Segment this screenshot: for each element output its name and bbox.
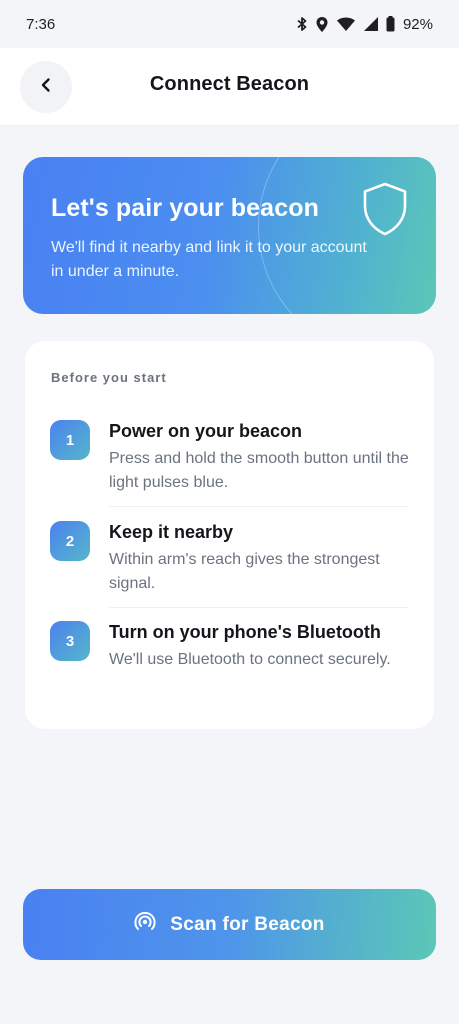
hero-subtitle: We'll find it nearby and link it to your… [51, 239, 367, 280]
step-number-badge: 1 [50, 420, 90, 460]
step-number-badge: 3 [50, 621, 90, 661]
divider [109, 607, 408, 608]
signal-icon [363, 16, 379, 32]
hero-title: Let's pair your beacon [51, 194, 319, 222]
status-icons: 92% [296, 16, 433, 33]
step-title: Keep it nearby [109, 522, 234, 542]
broadcast-icon [134, 911, 156, 939]
status-time: 7:36 [26, 15, 56, 33]
divider [109, 506, 408, 507]
status-bar: 7:36 92% [0, 0, 459, 48]
step-description: Press and hold the smooth button until t… [109, 450, 409, 491]
step-item: 2 Keep it nearby Within arm's reach give… [25, 521, 434, 621]
step-number-badge: 2 [50, 521, 90, 561]
before-you-start-card: Before you start 1 Power on your beacon … [25, 341, 434, 729]
step-title: Power on your beacon [109, 421, 303, 441]
bluetooth-icon [296, 16, 308, 32]
battery-icon [386, 16, 395, 32]
scan-for-beacon-button[interactable]: Scan for Beacon [23, 889, 436, 960]
app-header: Connect Beacon [0, 48, 459, 126]
page-title: Connect Beacon [149, 73, 310, 95]
scan-button-label: Scan for Beacon [170, 913, 325, 935]
step-description: We'll use Bluetooth to connect securely. [109, 651, 391, 668]
step-item: 3 Turn on your phone's Bluetooth We'll u… [25, 621, 434, 721]
hero-banner: Let's pair your beacon We'll find it nea… [23, 157, 436, 314]
battery-percentage: 92% [402, 15, 433, 33]
step-item: 1 Power on your beacon Press and hold th… [25, 420, 434, 520]
step-title: Turn on your phone's Bluetooth [109, 622, 381, 642]
location-icon [315, 16, 329, 33]
wifi-icon [336, 16, 356, 32]
shield-icon [360, 181, 410, 242]
section-heading: Before you start [51, 370, 167, 385]
step-description: Within arm's reach gives the strongest s… [109, 551, 380, 592]
